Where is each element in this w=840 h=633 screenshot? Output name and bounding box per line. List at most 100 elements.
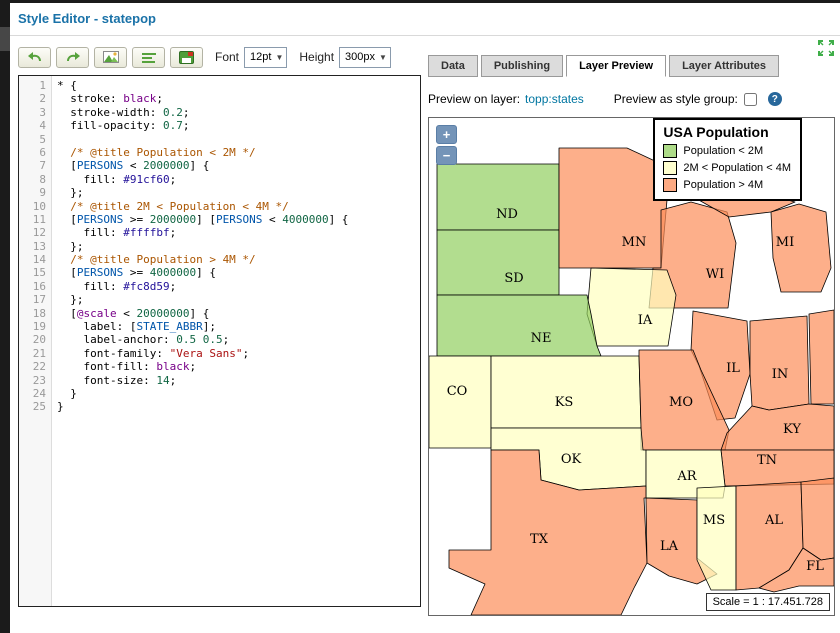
state-shape-ne[interactable] — [437, 295, 601, 356]
legend-label: Population > 4M — [683, 179, 763, 191]
code-line: }; — [57, 293, 420, 306]
insert-image-button[interactable] — [94, 47, 127, 68]
legend-entry: 2M < Population < 4M — [663, 161, 791, 175]
line-number: 6 — [19, 146, 46, 159]
zoom-in-button[interactable]: + — [436, 125, 457, 144]
legend-entry: Population < 2M — [663, 144, 791, 158]
code-line: label-anchor: 0.5 0.5; — [57, 333, 420, 346]
state-label-ms: MS — [703, 513, 725, 528]
editor-toolbar: Font 12pt ▼ Height 300px ▼ — [18, 44, 421, 70]
line-number: 18 — [19, 307, 46, 320]
code-line — [57, 133, 420, 146]
layer-link[interactable]: topp:states — [525, 92, 584, 106]
style-editor-window: Style Editor - statepop — [0, 0, 840, 633]
font-label: Font — [215, 50, 239, 64]
state-shape-ia[interactable] — [587, 268, 676, 346]
redo-arrow-icon — [65, 51, 81, 63]
state-label-ok: OK — [561, 452, 582, 467]
state-label-ar: AR — [676, 469, 697, 484]
state-label-co: CO — [447, 384, 468, 399]
line-number: 1 — [19, 79, 46, 92]
state-label-fl: FL — [806, 559, 824, 574]
state-label-ks: KS — [555, 395, 574, 410]
style-editor-panel: Font 12pt ▼ Height 300px ▼ 1234567891011… — [18, 44, 421, 607]
code-text-area[interactable]: * { stroke: black; stroke-width: 0.2; fi… — [52, 76, 420, 606]
reformat-button[interactable] — [132, 47, 165, 68]
code-line: /* @title Population > 4M */ — [57, 253, 420, 266]
scale-indicator: Scale = 1 : 17.451.728 — [706, 593, 830, 611]
zoom-out-button[interactable]: − — [436, 146, 457, 165]
state-shape-co[interactable] — [429, 356, 491, 448]
help-icon[interactable]: ? — [768, 92, 782, 106]
code-line: fill-opacity: 0.7; — [57, 119, 420, 132]
line-number: 17 — [19, 293, 46, 306]
code-line: /* @title Population < 2M */ — [57, 146, 420, 159]
state-label-la: LA — [660, 539, 679, 554]
editor-height-select[interactable]: 300px ▼ — [339, 47, 391, 68]
state-label-tn: TN — [757, 453, 777, 468]
redo-button[interactable] — [56, 47, 89, 68]
tab-data[interactable]: Data — [428, 55, 478, 77]
line-number: 13 — [19, 240, 46, 253]
expand-editor-icon[interactable] — [818, 40, 834, 56]
undo-arrow-icon — [27, 51, 43, 63]
line-number: 5 — [19, 133, 46, 146]
style-group-checkbox[interactable] — [744, 93, 757, 106]
lines-icon — [141, 51, 157, 63]
state-label-al: AL — [764, 513, 783, 528]
legend-entries: Population < 2M 2M < Population < 4M Popul… — [663, 144, 791, 192]
tabs: DataPublishingLayer PreviewLayer Attribu… — [428, 55, 836, 77]
chevron-down-icon: ▼ — [275, 53, 283, 62]
undo-button[interactable] — [18, 47, 51, 68]
code-editor: 1234567891011121314151617181920212223242… — [18, 75, 421, 607]
line-number: 23 — [19, 374, 46, 387]
line-number: 2 — [19, 92, 46, 105]
state-shape[interactable] — [809, 310, 834, 404]
state-shape[interactable] — [801, 478, 834, 560]
map-preview: NDSDMNWIMIIANEILINCOKSMOKYTNOKARTXLAMSAL… — [428, 117, 835, 616]
editor-height-value: 300px — [345, 51, 375, 63]
state-label-mo: MO — [669, 395, 693, 410]
chevron-down-icon: ▼ — [379, 53, 387, 62]
line-number: 21 — [19, 347, 46, 360]
code-line: font-family: "Vera Sans"; — [57, 347, 420, 360]
line-number: 15 — [19, 266, 46, 279]
state-label-sd: SD — [504, 271, 523, 286]
line-number: 16 — [19, 280, 46, 293]
code-line: stroke: black; — [57, 92, 420, 105]
preview-panel: DataPublishingLayer PreviewLayer Attribu… — [428, 55, 836, 616]
font-size-select[interactable]: 12pt ▼ — [244, 47, 287, 68]
code-line: font-size: 14; — [57, 374, 420, 387]
tab-publishing[interactable]: Publishing — [481, 55, 563, 77]
line-number: 12 — [19, 226, 46, 239]
tab-layer-preview[interactable]: Layer Preview — [566, 55, 666, 77]
legend-entry: Population > 4M — [663, 178, 791, 192]
preview-options-row: Preview on layer: topp:states Preview as… — [428, 91, 836, 107]
legend-swatch — [663, 178, 677, 192]
line-number: 22 — [19, 360, 46, 373]
line-number: 7 — [19, 159, 46, 172]
code-line: fill: #fc8d59; — [57, 280, 420, 293]
code-line: fill: #ffffbf; — [57, 226, 420, 239]
apply-button[interactable] — [170, 47, 203, 68]
title-divider — [10, 35, 840, 36]
line-number: 14 — [19, 253, 46, 266]
state-shape-sd[interactable] — [437, 230, 559, 295]
font-size-value: 12pt — [250, 51, 271, 63]
code-line: } — [57, 387, 420, 400]
legend-swatch — [663, 161, 677, 175]
state-shape-in[interactable] — [750, 316, 809, 410]
window-top-edge — [0, 0, 840, 3]
line-number: 3 — [19, 106, 46, 119]
line-number: 24 — [19, 387, 46, 400]
code-line: [PERSONS >= 4000000] { — [57, 266, 420, 279]
state-shape-ks[interactable] — [491, 356, 641, 428]
line-number: 9 — [19, 186, 46, 199]
code-line: }; — [57, 240, 420, 253]
legend-label: 2M < Population < 4M — [683, 162, 791, 174]
code-line: [PERSONS < 2000000] { — [57, 159, 420, 172]
state-shape-ky[interactable] — [721, 404, 834, 450]
state-label-il: IL — [726, 361, 740, 376]
preview-on-layer-label: Preview on layer: — [428, 92, 520, 106]
tab-layer-attributes[interactable]: Layer Attributes — [669, 55, 779, 77]
